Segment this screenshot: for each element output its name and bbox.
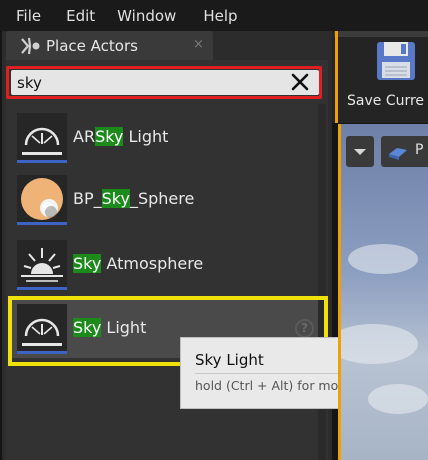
item-label: BP_Sky_Sphere <box>73 189 195 208</box>
list-item-sky-atmosphere[interactable]: Sky Atmosphere <box>12 236 318 294</box>
item-underline <box>17 222 67 225</box>
perspective-cube-icon <box>389 148 407 160</box>
close-x-icon[interactable] <box>290 72 310 92</box>
toolbar-accent-border <box>335 31 338 123</box>
search-field[interactable] <box>11 70 319 95</box>
sky-atmosphere-icon <box>17 240 67 290</box>
menu-help[interactable]: Help <box>176 7 237 25</box>
item-underline <box>17 160 67 163</box>
tab-title: Place Actors <box>46 37 138 55</box>
cloud <box>368 384 428 414</box>
menu-window[interactable]: Window <box>95 7 176 25</box>
list-item-ar-sky-light[interactable]: ARSky Light <box>12 109 318 167</box>
tooltip-separator <box>195 373 361 374</box>
item-label: Sky Atmosphere <box>73 254 204 273</box>
chevron-down-icon <box>354 149 366 155</box>
viewport-options-dropdown[interactable] <box>346 136 374 167</box>
toolbar-tab-strip <box>334 31 428 37</box>
perspective-label: P <box>415 142 424 158</box>
save-current-button[interactable]: Save Curre <box>347 93 424 109</box>
sky-light-icon <box>17 113 67 163</box>
item-label: ARSky Light <box>73 127 169 146</box>
level-viewport[interactable] <box>338 124 428 460</box>
search-input[interactable] <box>15 72 279 94</box>
tooltip-title: Sky Light <box>195 351 264 369</box>
floppy-disk-icon[interactable] <box>375 40 417 82</box>
tab-close-button[interactable]: × <box>193 37 204 52</box>
list-item-bp-sky-sphere[interactable]: BP_Sky_Sphere <box>12 171 318 229</box>
item-underline <box>17 287 67 290</box>
menu-edit[interactable]: Edit <box>41 7 95 25</box>
tooltip-hint: hold (Ctrl + Alt) for more <box>195 378 351 393</box>
cloud <box>338 324 418 364</box>
cloud <box>348 244 418 274</box>
menu-bar: File Edit Window Help <box>0 0 428 31</box>
menu-file[interactable]: File <box>0 7 41 25</box>
place-actors-icon <box>21 37 40 55</box>
viewport-accent-border <box>338 124 341 460</box>
sky-sphere-icon <box>17 175 67 225</box>
place-actors-tab[interactable]: Place Actors × <box>6 31 213 60</box>
viewport-perspective-button[interactable]: P <box>381 136 428 167</box>
